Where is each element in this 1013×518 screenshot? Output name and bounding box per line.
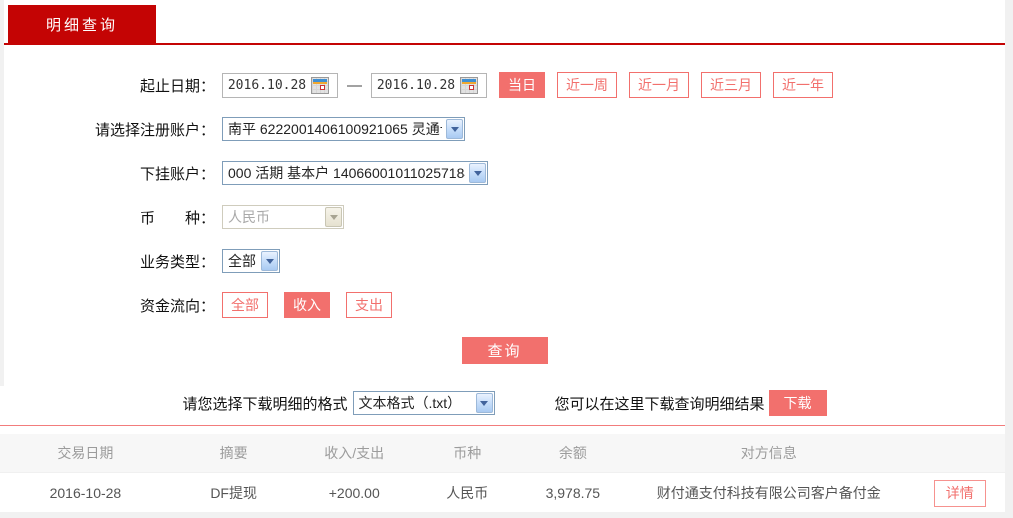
fund-direction-label: 资金流向：: [139, 297, 215, 315]
start-date-input[interactable]: [223, 77, 311, 93]
page-margin-right: [1005, 0, 1013, 518]
cell-currency: 人民币: [412, 472, 523, 515]
sub-account-label: 下挂账户：: [139, 165, 215, 183]
quick-range-year-button[interactable]: 近一年: [773, 72, 833, 98]
query-form: 起止日期： — 当日 近一周 近一月 近三月 近一年 请选择注册账户： 南平 6…: [4, 63, 1005, 364]
calendar-icon[interactable]: [311, 76, 329, 94]
chevron-down-icon: [475, 393, 493, 413]
header-summary: 摘要: [170, 434, 297, 473]
table-header-row: 交易日期 摘要 收入/支出 币种 余额 对方信息: [0, 434, 1005, 473]
tab-detail-query[interactable]: 明细查询: [8, 5, 156, 43]
query-button[interactable]: 查询: [461, 337, 548, 364]
table-row: 2016-10-28 DF提现 +200.00 人民币 3,978.75 财付通…: [0, 472, 1005, 515]
quick-range-week-button[interactable]: 近一周: [557, 72, 617, 98]
fund-direction-row: 资金流向： 全部 收入 支出: [4, 283, 1005, 327]
cell-amount: +200.00: [296, 472, 413, 515]
header-balance: 余额: [522, 434, 624, 473]
fund-direction-all-button[interactable]: 全部: [222, 292, 268, 318]
fund-direction-expense-button[interactable]: 支出: [346, 292, 392, 318]
quick-range-quarter-button[interactable]: 近三月: [701, 72, 761, 98]
sub-account-select[interactable]: 000 活期 基本户 1406600101102571848: [222, 161, 488, 185]
quick-range-month-button[interactable]: 近一月: [629, 72, 689, 98]
cell-date: 2016-10-28: [0, 472, 171, 515]
page-margin-left: [0, 0, 4, 386]
sub-account-value: 000 活期 基本户 1406600101102571848: [228, 165, 465, 181]
download-format-value: 文本格式（.txt）: [358, 395, 462, 411]
header-actions: [914, 434, 1005, 473]
start-date-field[interactable]: [222, 72, 338, 98]
end-date-field[interactable]: [371, 72, 487, 98]
sub-account-row: 下挂账户： 000 活期 基本户 1406600101102571848: [4, 151, 1005, 195]
download-hint: 您可以在这里下载查询明细结果: [554, 395, 765, 413]
register-account-value: 南平 6222001406100921065 灵通卡: [228, 121, 442, 137]
currency-row: 币 种： 人民币: [4, 195, 1005, 239]
results-section: 交易日期 摘要 收入/支出 币种 余额 对方信息 2016-10-28 DF提现…: [0, 434, 1005, 515]
fund-direction-income-button[interactable]: 收入: [284, 292, 330, 318]
header-amount: 收入/支出: [296, 434, 413, 473]
detail-button[interactable]: 详情: [933, 479, 986, 507]
cell-summary: DF提现: [170, 472, 297, 515]
page-margin-bottom: [0, 512, 1013, 518]
download-format-label: 请您选择下载明细的格式: [182, 395, 348, 413]
chevron-down-icon: [469, 163, 486, 183]
date-range-separator: —: [347, 76, 362, 94]
download-button[interactable]: 下载: [768, 390, 827, 416]
tabbar: 明细查询: [4, 0, 1005, 45]
results-divider: [0, 425, 1005, 426]
register-account-label: 请选择注册账户：: [94, 121, 215, 139]
register-account-select[interactable]: 南平 6222001406100921065 灵通卡: [222, 117, 465, 141]
header-date: 交易日期: [0, 434, 171, 473]
date-range-label: 起止日期：: [139, 77, 215, 95]
chevron-down-icon: [446, 119, 463, 139]
end-date-input[interactable]: [372, 77, 460, 93]
business-type-row: 业务类型： 全部: [4, 239, 1005, 283]
date-range-row: 起止日期： — 当日 近一周 近一月 近三月 近一年: [4, 63, 1005, 107]
currency-value: 人民币: [228, 209, 270, 225]
currency-select: 人民币: [222, 205, 344, 229]
cell-actions: 详情: [914, 472, 1005, 515]
tab-underline: [4, 43, 1005, 45]
cell-counterparty: 财付通支付科技有限公司客户备付金: [623, 472, 915, 515]
download-format-select[interactable]: 文本格式（.txt）: [352, 391, 495, 415]
register-account-row: 请选择注册账户： 南平 6222001406100921065 灵通卡: [4, 107, 1005, 151]
calendar-icon[interactable]: [460, 76, 478, 94]
business-type-label: 业务类型：: [139, 253, 215, 271]
quick-range-today-button[interactable]: 当日: [499, 72, 545, 98]
business-type-value: 全部: [228, 253, 256, 269]
header-counterparty: 对方信息: [623, 434, 915, 473]
results-table: 交易日期 摘要 收入/支出 币种 余额 对方信息 2016-10-28 DF提现…: [0, 434, 1005, 515]
cell-balance: 3,978.75: [522, 472, 624, 515]
currency-label: 币 种：: [139, 209, 215, 227]
chevron-down-icon: [325, 207, 342, 227]
header-currency: 币种: [412, 434, 523, 473]
download-row: 请您选择下载明细的格式 文本格式（.txt） 您可以在这里下载查询明细结果 下载: [4, 390, 1005, 416]
chevron-down-icon: [261, 251, 278, 271]
business-type-select[interactable]: 全部: [222, 249, 280, 273]
